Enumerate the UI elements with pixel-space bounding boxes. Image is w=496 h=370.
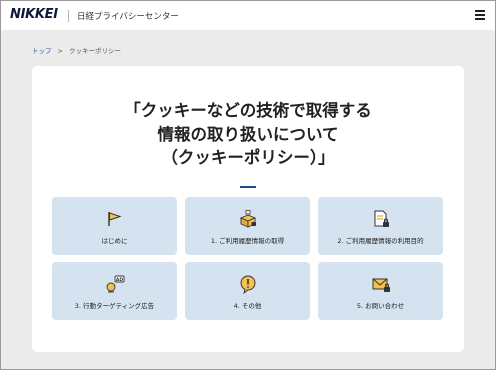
- title-underline: [240, 186, 256, 188]
- breadcrumb: トップ > クッキーポリシー: [32, 45, 121, 55]
- envelope-lock-icon: [372, 278, 390, 292]
- content-card: 「クッキーなどの技術で取得する 情報の取り扱いについて （クッキーポリシー）」 …: [32, 66, 464, 352]
- page-title-line-3: （クッキーポリシー）」: [161, 148, 335, 167]
- nikkei-logo[interactable]: NIKKEI: [10, 7, 58, 22]
- document-lock-icon: [374, 210, 389, 227]
- breadcrumb-current: クッキーポリシー: [68, 47, 121, 55]
- tile-collection[interactable]: 1. ご利用履歴情報の取得: [185, 197, 310, 255]
- tile-purpose[interactable]: 2. ご利用履歴情報の利用目的: [318, 197, 443, 255]
- hamburger-menu-icon[interactable]: [475, 10, 485, 20]
- tile-contact[interactable]: 5. お問い合わせ: [318, 262, 443, 320]
- header-divider: [68, 10, 69, 22]
- breadcrumb-home-link[interactable]: トップ: [32, 47, 52, 55]
- tile-label: 5. お問い合わせ: [356, 302, 405, 310]
- site-header: NIKKEI 日経プライバシーセンター: [1, 1, 495, 30]
- tile-label: 1. ご利用履歴情報の取得: [210, 237, 285, 245]
- tile-label: 4. その他: [233, 302, 262, 310]
- tile-label: はじめに: [101, 237, 128, 245]
- breadcrumb-separator: >: [57, 47, 63, 55]
- tile-other[interactable]: 4. その他: [185, 262, 310, 320]
- tile-label: 3. 行動ターゲティング広告: [74, 302, 155, 310]
- exclamation-bubble-icon: [240, 275, 255, 294]
- site-name[interactable]: 日経プライバシーセンター: [77, 10, 179, 22]
- ad-target-icon: AD: [106, 275, 124, 293]
- tile-introduction[interactable]: はじめに: [52, 197, 177, 255]
- flag-icon: [107, 212, 122, 226]
- page-title-line-2: 情報の取り扱いについて: [157, 124, 339, 144]
- tile-targeted-ads[interactable]: AD 3. 行動ターゲティング広告: [52, 262, 177, 320]
- page-title-line-1: 「クッキーなどの技術で取得する: [124, 101, 372, 120]
- page-title: 「クッキーなどの技術で取得する 情報の取り扱いについて （クッキーポリシー）」: [32, 99, 464, 170]
- tile-label: 2. ご利用履歴情報の利用目的: [337, 237, 424, 245]
- svg-text:AD: AD: [115, 277, 122, 283]
- box-collect-icon: [239, 210, 256, 228]
